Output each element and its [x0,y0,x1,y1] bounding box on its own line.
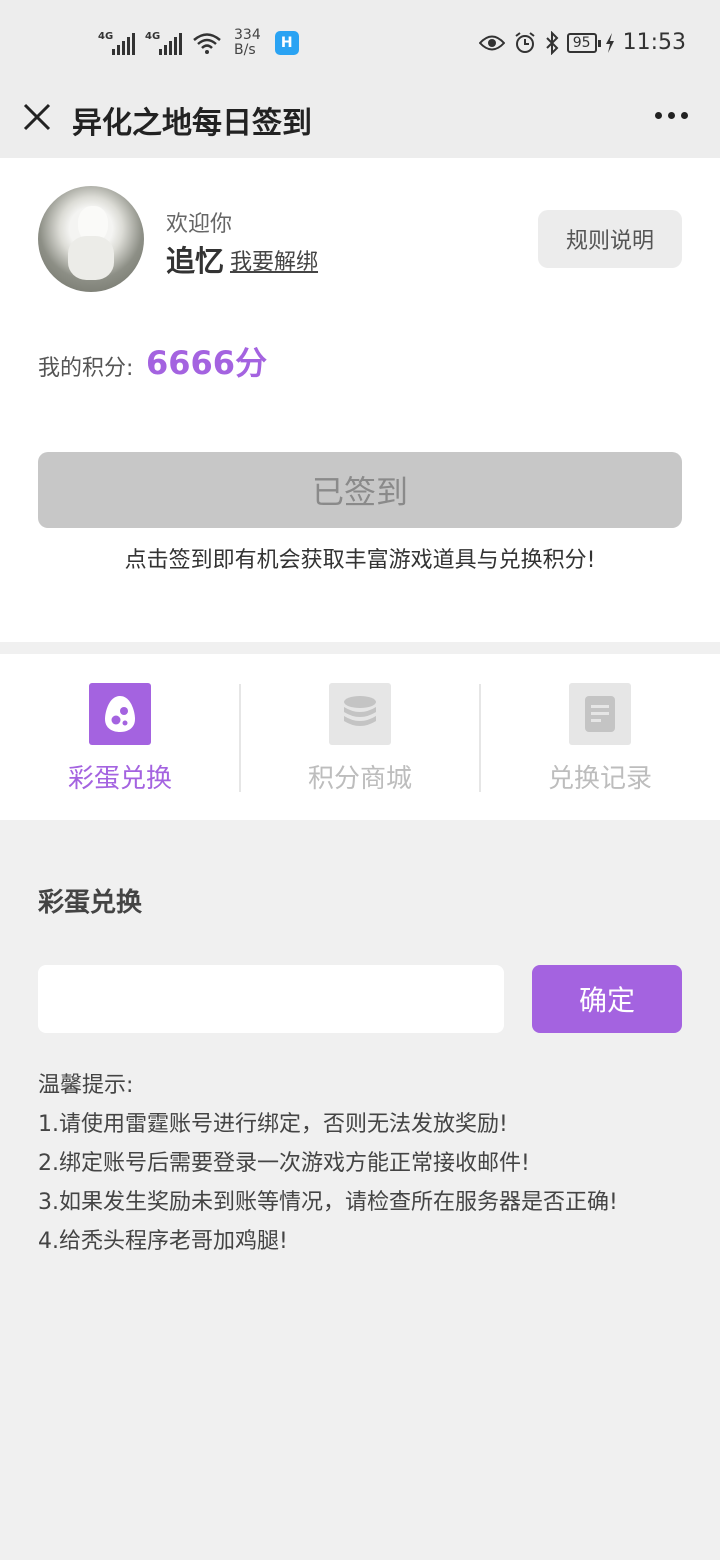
bluetooth-icon [546,30,559,55]
charging-icon [605,32,614,53]
clock: 11:53 [622,30,686,55]
tab-points-mall[interactable]: 积分商城 [240,654,480,820]
egg-code-input[interactable] [38,965,504,1033]
avatar [38,186,144,292]
status-right-group: 95 11:53 [478,30,686,55]
signin-hint: 点击签到即有机会获取丰富游戏道具与兑换积分! [124,548,596,573]
battery-indicator: 95 [566,32,601,53]
tip-item: 2.绑定账号后需要登录一次游戏方能正常接收邮件! [38,1151,530,1176]
tip-item: 1.请使用雷霆账号进行绑定，否则无法发放奖励! [38,1112,508,1137]
tab-label: 积分商城 [307,764,412,794]
nav-bar: 异化之地每日签到 [0,88,720,158]
section-title: 彩蛋兑换 [38,888,143,918]
network-speed-value: 334 [234,27,261,43]
page-title: 异化之地每日签到 [72,106,312,141]
tab-label: 彩蛋兑换 [67,764,172,794]
unbind-link[interactable]: 我要解绑 [230,244,318,276]
more-options-icon[interactable] [655,112,688,119]
username: 追忆 [166,244,225,278]
profile-card: 欢迎你 追忆 我要解绑 规则说明 我的积分: 6666分 已签到 点击签到即有机… [0,158,720,642]
tab-egg-exchange[interactable]: 彩蛋兑换 [0,654,240,820]
confirm-button[interactable]: 确定 [532,965,682,1033]
signal-icon: 4G [98,31,137,55]
status-left-group: 4G 4G 334 B/s H [98,28,299,58]
tab-exchange-records[interactable]: 兑换记录 [480,654,720,820]
alarm-icon [515,31,535,53]
signal-label: 4G [98,31,114,42]
app-notification-icon: H [274,31,299,55]
document-icon [569,683,631,745]
coin-stack-icon [329,683,391,745]
welcome-text: 欢迎你 [166,212,233,237]
rules-button[interactable]: 规则说明 [538,210,682,268]
tips-title: 温馨提示: [38,1073,134,1098]
tab-bar: 彩蛋兑换 积分商城 兑换记录 [0,654,720,820]
points-label: 我的积分: [38,356,134,381]
tab-label: 兑换记录 [547,764,652,794]
wifi-icon [193,33,221,54]
tip-item: 4.给秃头程序老哥加鸡腿! [38,1229,288,1254]
eye-icon [478,35,505,50]
egg-icon [89,683,151,745]
signin-button[interactable]: 已签到 [38,452,682,528]
tip-item: 3.如果发生奖励未到账等情况，请检查所在服务器是否正确! [38,1190,618,1215]
status-bar: 4G 4G 334 B/s H 95 11:53 [0,0,720,88]
signal-icon-2: 4G [145,31,184,55]
network-speed-unit: B/s [234,42,256,58]
tips-block: 温馨提示: 1.请使用雷霆账号进行绑定，否则无法发放奖励! 2.绑定账号后需要登… [38,1066,618,1261]
network-speed: 334 B/s [234,28,261,58]
signal-label-2: 4G [145,31,161,42]
close-icon[interactable] [20,100,54,134]
points-value: 6666分 [146,344,268,382]
